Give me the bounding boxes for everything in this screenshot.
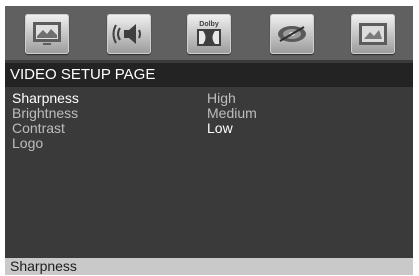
setting-sharpness[interactable]: Sharpness — [12, 91, 79, 106]
dolby-digital-icon[interactable]: Dolby — [187, 14, 231, 54]
page-title: VIDEO SETUP PAGE — [10, 66, 156, 83]
picture-icon[interactable] — [351, 14, 395, 54]
speaker-sound-icon[interactable] — [107, 14, 151, 54]
status-text: Sharpness — [10, 258, 77, 274]
setting-logo[interactable]: Logo — [12, 136, 79, 151]
options-list: High Medium Low — [207, 91, 257, 136]
option-medium[interactable]: Medium — [207, 106, 257, 121]
settings-list: Sharpness Brightness Contrast Logo — [12, 91, 79, 151]
option-low[interactable]: Low — [207, 121, 257, 136]
icon-bar: Dolby — [5, 6, 413, 60]
status-bar: Sharpness — [5, 258, 413, 275]
title-bar: VIDEO SETUP PAGE — [5, 63, 413, 87]
setup-screen: Dolby VIDEO SETUP PAGE Sharpness Brightn… — [5, 6, 413, 275]
setting-contrast[interactable]: Contrast — [12, 121, 79, 136]
option-high[interactable]: High — [207, 91, 257, 106]
disc-icon[interactable] — [270, 14, 314, 54]
tv-monitor-icon[interactable] — [25, 14, 69, 54]
dolby-label: Dolby — [199, 21, 219, 28]
setting-brightness[interactable]: Brightness — [12, 106, 79, 121]
